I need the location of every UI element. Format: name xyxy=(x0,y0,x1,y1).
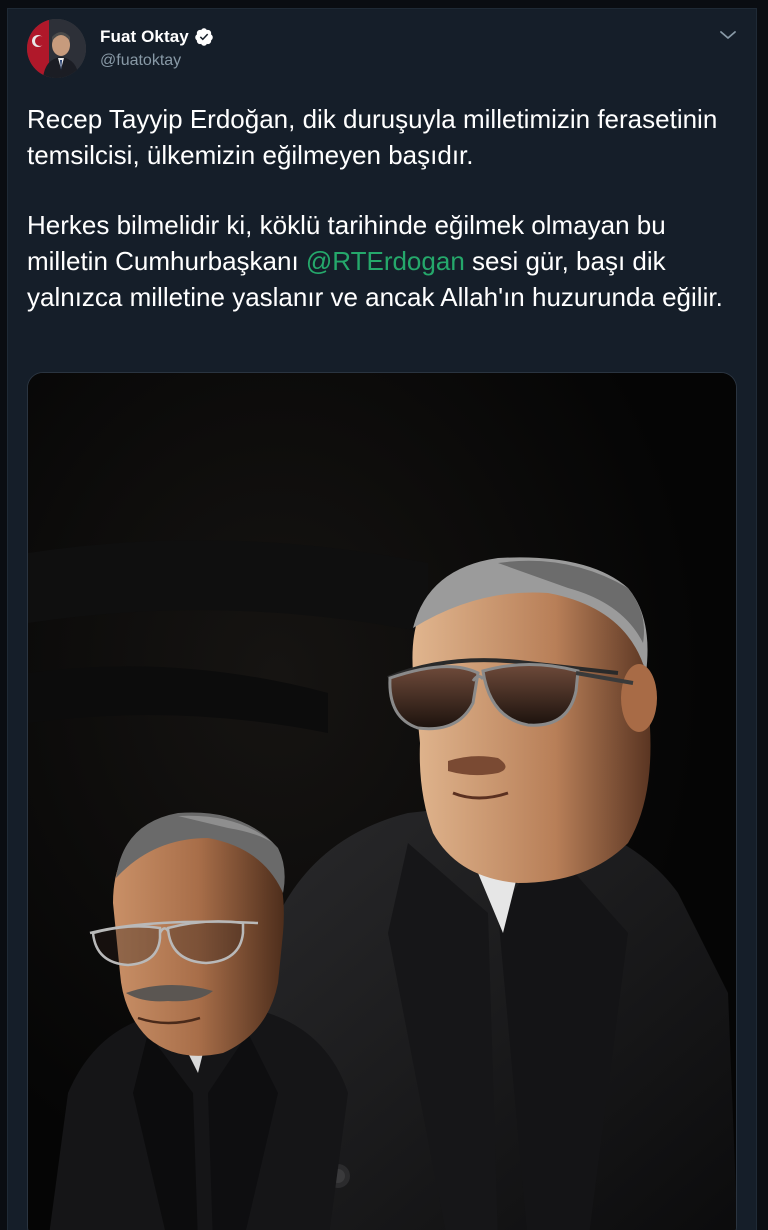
tweet-paragraph-1: Recep Tayyip Erdoğan, dik duruşuyla mill… xyxy=(27,104,718,170)
tweet-text: Recep Tayyip Erdoğan, dik duruşuyla mill… xyxy=(27,101,739,315)
display-name[interactable]: Fuat Oktay xyxy=(100,27,189,47)
display-name-row: Fuat Oktay xyxy=(100,25,214,49)
avatar-image xyxy=(27,19,86,78)
page-background: Fuat Oktay @fuatoktay Recep Tayyip Erdoğ… xyxy=(0,0,768,1230)
photo-image xyxy=(28,373,736,1230)
user-handle[interactable]: @fuatoktay xyxy=(100,52,214,70)
user-info: Fuat Oktay @fuatoktay xyxy=(100,25,214,70)
avatar[interactable] xyxy=(27,19,86,78)
mention-link[interactable]: @RTErdogan xyxy=(306,246,465,276)
tweet-photo[interactable] xyxy=(27,372,737,1230)
chevron-down-icon xyxy=(720,31,736,39)
verified-badge-icon xyxy=(194,27,214,47)
tweet-paragraph-2: Herkes bilmelidir ki, köklü tarihinde eğ… xyxy=(27,207,739,315)
tweet-card[interactable]: Fuat Oktay @fuatoktay Recep Tayyip Erdoğ… xyxy=(7,8,757,1230)
tweet-menu-button[interactable] xyxy=(716,23,740,47)
tweet-header: Fuat Oktay @fuatoktay xyxy=(8,9,756,89)
